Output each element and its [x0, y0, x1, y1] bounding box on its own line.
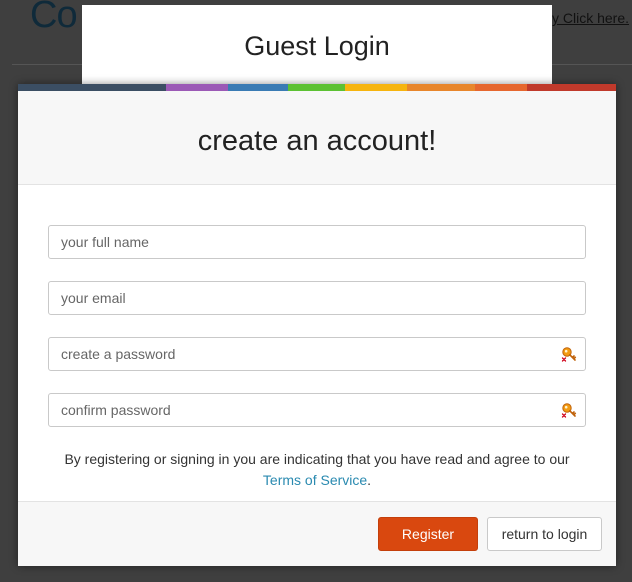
- terms-text: By registering or signing in you are ind…: [64, 451, 570, 467]
- modal-footer: Register return to login: [18, 501, 616, 566]
- modal-title: create an account!: [197, 125, 437, 157]
- full-name-input[interactable]: [49, 226, 585, 258]
- rainbow-segment: [18, 84, 166, 91]
- rainbow-bar: [18, 84, 616, 91]
- terms-of-service-link[interactable]: Terms of Service: [263, 472, 367, 488]
- rainbow-segment: [475, 84, 527, 91]
- confirm-password-field: [48, 393, 586, 427]
- guest-login-card: Guest Login: [82, 5, 552, 91]
- register-button[interactable]: Register: [378, 517, 478, 551]
- confirm-password-input[interactable]: [49, 394, 585, 426]
- rainbow-segment: [407, 84, 475, 91]
- register-modal: create an account! your full name your e…: [18, 84, 616, 566]
- rainbow-segment: [345, 84, 407, 91]
- rainbow-segment: [166, 84, 228, 91]
- modal-header: create an account!: [18, 91, 616, 185]
- password-field: [48, 337, 586, 371]
- return-to-login-button[interactable]: return to login: [487, 517, 602, 551]
- guest-login-title: Guest Login: [244, 31, 390, 61]
- key-icon[interactable]: [561, 346, 577, 362]
- rainbow-segment: [228, 84, 288, 91]
- register-form: By registering or signing in you are ind…: [18, 185, 616, 491]
- background-logo: Co: [30, 0, 78, 36]
- background-link[interactable]: y Click here.: [552, 10, 629, 26]
- terms-notice: By registering or signing in you are ind…: [48, 449, 586, 491]
- terms-period: .: [367, 472, 372, 488]
- rainbow-segment: [527, 84, 616, 91]
- key-icon[interactable]: [561, 402, 577, 418]
- rainbow-segment: [288, 84, 345, 91]
- email-field: [48, 281, 586, 315]
- password-input[interactable]: [49, 338, 585, 370]
- full-name-field: [48, 225, 586, 259]
- email-input[interactable]: [49, 282, 585, 314]
